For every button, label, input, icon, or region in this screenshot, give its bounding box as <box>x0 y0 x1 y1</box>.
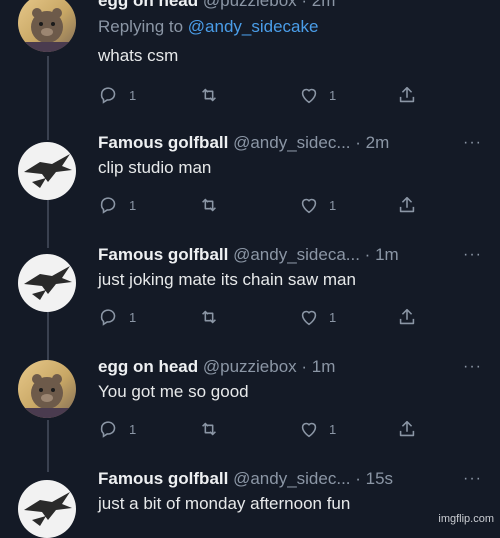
user-avatar[interactable] <box>18 480 76 538</box>
bear-icon <box>18 8 76 52</box>
handle-and-time: @andy_sidec... · 15s <box>233 469 394 488</box>
watermark: imgflip.com <box>438 513 494 525</box>
tweet-text: just a bit of monday afternoon fun <box>98 494 351 513</box>
dragon-icon <box>24 266 72 300</box>
reply-icon <box>100 309 116 326</box>
user-avatar[interactable] <box>18 142 76 200</box>
reply-icon <box>100 421 116 438</box>
reply-icon <box>100 197 116 214</box>
replying-to-label: Replying to <box>98 17 188 36</box>
reply-button[interactable]: 1 <box>98 194 136 216</box>
handle-and-time: @andy_sideca... · 1m <box>233 245 399 264</box>
share-icon <box>399 420 415 437</box>
replying-to: Replying to @andy_sidecake <box>98 16 488 38</box>
more-options-icon[interactable]: ··· <box>463 356 482 378</box>
like-button[interactable]: 1 <box>298 306 336 328</box>
retweet-icon <box>202 198 216 212</box>
display-name[interactable]: egg on head <box>98 0 198 10</box>
share-icon <box>399 196 415 213</box>
tweet-text: whats csm <box>98 46 179 65</box>
reply-count: 1 <box>129 421 137 437</box>
like-button[interactable]: 1 <box>298 418 336 440</box>
reply-button[interactable]: 1 <box>98 306 136 328</box>
retweet-icon <box>202 422 216 436</box>
reply-button[interactable]: 1 <box>98 84 136 106</box>
tweet-actions: 1 1 <box>98 306 428 328</box>
tweet-text: just joking mate its chain saw man <box>98 270 356 289</box>
reply-count: 1 <box>129 309 137 325</box>
share-button[interactable] <box>396 418 418 440</box>
heart-icon <box>301 422 317 438</box>
display-name[interactable]: egg on head <box>98 357 198 376</box>
share-button[interactable] <box>396 306 418 328</box>
retweet-button[interactable] <box>198 84 220 106</box>
display-name[interactable]: Famous golfball <box>98 469 228 488</box>
user-avatar[interactable] <box>18 254 76 312</box>
heart-icon <box>301 310 317 326</box>
reply-button[interactable]: 1 <box>98 418 136 440</box>
retweet-button[interactable] <box>198 194 220 216</box>
bear-icon <box>18 374 76 418</box>
reply-icon <box>100 87 116 104</box>
like-count: 1 <box>329 309 337 325</box>
display-name[interactable]: Famous golfball <box>98 133 228 152</box>
like-count: 1 <box>329 197 337 213</box>
handle-and-time: @puzziebox · 1m <box>202 357 336 376</box>
thread-line <box>47 56 49 140</box>
tweet-actions: 1 1 <box>98 194 428 216</box>
retweet-icon <box>202 310 216 324</box>
share-button[interactable] <box>396 194 418 216</box>
retweet-button[interactable] <box>198 418 220 440</box>
user-avatar[interactable] <box>18 0 76 52</box>
handle-and-time: @andy_sidec... · 2m <box>233 133 390 152</box>
reply-count: 1 <box>129 87 137 103</box>
mention-link[interactable]: @andy_sidecake <box>188 17 319 36</box>
share-icon <box>399 86 415 103</box>
tweet-text: clip studio man <box>98 158 212 177</box>
share-button[interactable] <box>396 84 418 106</box>
thread-line <box>47 420 49 472</box>
handle-and-time: @puzzlebox · 2m <box>202 0 336 10</box>
reply-count: 1 <box>129 197 137 213</box>
more-options-icon[interactable]: ··· <box>463 468 482 490</box>
retweet-icon <box>202 88 216 102</box>
like-count: 1 <box>329 87 337 103</box>
more-options-icon[interactable]: ··· <box>463 132 482 154</box>
share-icon <box>399 308 415 325</box>
like-button[interactable]: 1 <box>298 194 336 216</box>
dragon-icon <box>24 154 72 188</box>
like-button[interactable]: 1 <box>298 84 336 106</box>
heart-icon <box>301 88 317 104</box>
like-count: 1 <box>329 421 337 437</box>
more-options-icon[interactable]: ··· <box>463 244 482 266</box>
tweet-actions: 1 1 <box>98 418 428 440</box>
heart-icon <box>301 198 317 214</box>
tweet-text: You got me so good <box>98 382 249 401</box>
display-name[interactable]: Famous golfball <box>98 245 228 264</box>
retweet-button[interactable] <box>198 306 220 328</box>
user-avatar[interactable] <box>18 360 76 418</box>
dragon-icon <box>24 492 72 526</box>
tweet-actions: 1 1 <box>98 84 428 106</box>
